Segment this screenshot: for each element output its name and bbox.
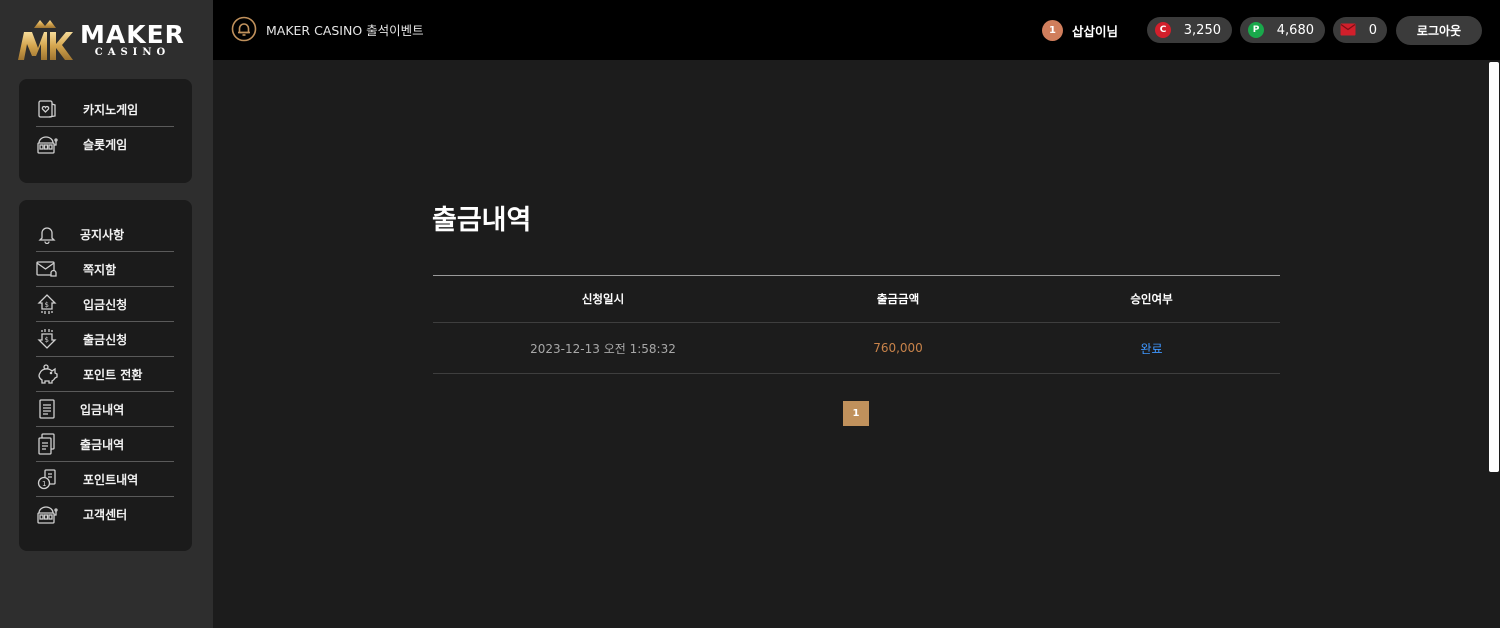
sidebar-item-label: 출금내역 <box>80 437 125 452</box>
sidebar-item-point-exchange[interactable]: 포인트 전환 <box>36 357 174 392</box>
sidebar-item-notice[interactable]: 공지사항 <box>36 217 174 252</box>
deposit-icon: $ <box>36 293 58 315</box>
event-label: MAKER CASINO 출석이벤트 <box>266 22 424 38</box>
table-row: 2023-12-13 오전 1:58:32 760,000 완료 <box>433 323 1280 374</box>
point-history-icon: 1 <box>36 468 58 490</box>
sidebar-item-label: 포인트내역 <box>83 472 139 487</box>
level-badge: 1 <box>1042 19 1063 41</box>
piggy-bank-icon <box>36 363 58 385</box>
games-menu: 카지노게임 슬롯게임 <box>19 79 192 183</box>
cash-coin-icon: C <box>1155 22 1171 38</box>
support-icon <box>36 504 58 526</box>
svg-text:$: $ <box>45 301 49 309</box>
point-value: 4,680 <box>1276 22 1314 38</box>
top-header: MAKER CASINO 출석이벤트 1 삽삽이님 C 3,250 P 4,68… <box>213 0 1500 60</box>
pagination-page-button[interactable]: 1 <box>843 401 869 426</box>
sidebar-item-slot-game[interactable]: 슬롯게임 <box>36 127 174 162</box>
card-heart-icon <box>36 98 58 120</box>
point-coin-icon: P <box>1248 22 1264 38</box>
sidebar-item-point-history[interactable]: 1 포인트내역 <box>36 462 174 497</box>
mk-crown-logo-icon <box>18 20 73 60</box>
sidebar-item-label: 출금신청 <box>83 332 128 347</box>
sidebar-item-deposit-history[interactable]: 입금내역 <box>36 392 174 427</box>
page-title: 출금내역 <box>432 205 532 236</box>
sidebar-item-customer-center[interactable]: 고객센터 <box>36 497 174 532</box>
sidebar-item-withdraw-history[interactable]: 출금내역 <box>36 427 174 462</box>
cell-amount: 760,000 <box>873 341 923 355</box>
mail-icon <box>36 258 58 280</box>
logo-subtitle: CASINO <box>94 47 171 58</box>
main-menu: 공지사항 쪽지함 $ 입금신청 $ 출금신청 포인트 전환 입금내역 출금내역 … <box>19 200 192 551</box>
maker-casino-logo[interactable]: MAKER CASINO <box>16 16 196 64</box>
username: 삽삽이님 <box>1072 23 1119 39</box>
point-balance[interactable]: P 4,680 <box>1240 17 1325 43</box>
sidebar-item-deposit-request[interactable]: $ 입금신청 <box>36 287 174 322</box>
sidebar-item-label: 포인트 전환 <box>83 367 143 382</box>
deposit-history-icon <box>36 398 58 420</box>
user-info[interactable]: 1 삽삽이님 <box>1042 19 1118 41</box>
sidebar-item-label: 입금내역 <box>80 402 125 417</box>
table-header-row: 신청일시 출금금액 승인여부 <box>433 275 1280 323</box>
column-header-request-date: 신청일시 <box>581 292 625 306</box>
svg-text:$: $ <box>45 336 49 344</box>
column-header-approval: 승인여부 <box>1130 292 1173 306</box>
bell-circle-icon <box>231 16 257 42</box>
logout-button[interactable]: 로그아웃 <box>1396 16 1482 45</box>
sidebar-item-withdraw-request[interactable]: $ 출금신청 <box>36 322 174 357</box>
cash-value: 3,250 <box>1183 22 1221 38</box>
message-count-value: 0 <box>1368 22 1377 38</box>
attendance-event-link[interactable]: MAKER CASINO 출석이벤트 <box>231 16 424 42</box>
sidebar-item-label: 입금신청 <box>83 297 128 312</box>
svg-text:1: 1 <box>42 480 46 488</box>
slot-machine-icon <box>36 134 58 156</box>
withdrawal-history-table: 신청일시 출금금액 승인여부 2023-12-13 오전 1:58:32 760… <box>433 275 1280 374</box>
cell-request-date: 2023-12-13 오전 1:58:32 <box>530 341 676 356</box>
sidebar-item-label: 카지노게임 <box>83 102 139 117</box>
sidebar-item-label: 슬롯게임 <box>83 138 128 152</box>
sidebar-item-casino-game[interactable]: 카지노게임 <box>36 92 174 127</box>
sidebar-item-messages[interactable]: 쪽지함 <box>36 252 174 287</box>
bell-icon <box>36 223 58 245</box>
cash-balance[interactable]: C 3,250 <box>1147 17 1232 43</box>
sidebar-item-label: 공지사항 <box>80 227 125 242</box>
withdraw-icon: $ <box>36 328 58 350</box>
withdraw-history-icon <box>36 433 58 455</box>
sidebar-item-label: 고객센터 <box>83 508 128 522</box>
logo-title: MAKER <box>80 20 185 49</box>
message-count[interactable]: 0 <box>1333 17 1387 43</box>
sidebar: MAKER CASINO 카지노게임 슬롯게임 공지사항 쪽지함 $ 입금신청 … <box>0 0 213 628</box>
envelope-icon <box>1340 23 1356 36</box>
column-header-amount: 출금금액 <box>876 292 920 306</box>
cell-approval-status: 완료 <box>1140 341 1163 356</box>
scrollbar-thumb[interactable] <box>1489 62 1499 472</box>
sidebar-item-label: 쪽지함 <box>83 262 117 277</box>
